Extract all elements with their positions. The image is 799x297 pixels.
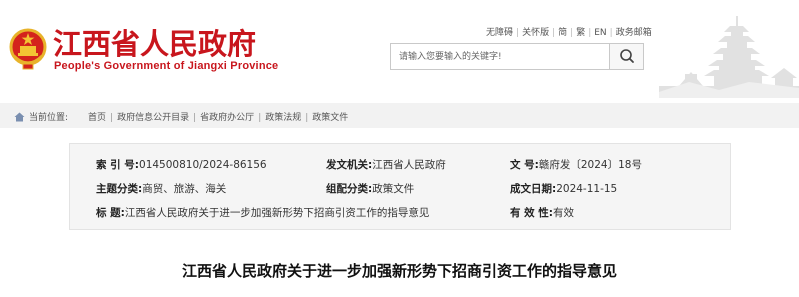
search-icon — [620, 49, 634, 63]
care-mode-link[interactable]: 关怀版 — [522, 28, 549, 38]
breadcrumb-info-directory[interactable]: 政府信息公开目录 — [117, 113, 189, 123]
breadcrumb-bar: 当前位置: 首页 | 政府信息公开目录 | 省政府办公厅 | 政策法规 | 政策文件 — [0, 103, 799, 128]
meta-index-value: 014500810/2024-86156 — [139, 159, 267, 171]
meta-title: 标 题:江西省人民政府关于进一步加强新形势下招商引资工作的指导意见 — [96, 205, 429, 220]
document-title: 江西省人民政府关于进一步加强新形势下招商引资工作的指导意见 — [181, 262, 617, 280]
meta-genre-value: 政策文件 — [372, 183, 415, 195]
meta-index-label: 索 引 号: — [96, 159, 140, 171]
meta-title-value: 江西省人民政府关于进一步加强新形势下招商引资工作的指导意见 — [124, 207, 430, 219]
meta-issuer-label: 发文机关: — [326, 159, 373, 171]
meta-date-label: 成文日期: — [510, 183, 557, 195]
meta-row: 主题分类:商贸、旅游、海关 组配分类:政策文件 成文日期:2024-11-15 — [70, 181, 732, 201]
meta-doc-no: 文 号:赣府发〔2024〕18号 — [510, 157, 642, 172]
breadcrumb-home[interactable]: 首页 — [88, 113, 106, 123]
meta-title-label: 标 题: — [96, 207, 125, 219]
site-subtitle: People's Government of Jiangxi Province — [54, 60, 279, 72]
english-link[interactable]: EN — [594, 28, 606, 38]
breadcrumb-general-office[interactable]: 省政府办公厅 — [200, 113, 254, 123]
meta-index: 索 引 号:014500810/2024-86156 — [96, 157, 267, 172]
search-box — [390, 43, 644, 70]
government-mail-link[interactable]: 政务邮箱 — [616, 28, 652, 38]
tengwang-pavilion-illustration — [659, 16, 799, 98]
site-header: 江西省人民政府 People's Government of Jiangxi P… — [0, 0, 799, 98]
meta-date-value: 2024-11-15 — [556, 183, 618, 195]
home-icon — [14, 112, 25, 122]
meta-doc-no-label: 文 号: — [510, 159, 539, 171]
breadcrumb-policy-documents[interactable]: 政策文件 — [312, 113, 348, 123]
site-title: 江西省人民政府 — [53, 27, 257, 61]
meta-validity-label: 有 效 性: — [510, 207, 554, 219]
meta-subject-label: 主题分类: — [96, 183, 143, 195]
meta-subject-value: 商贸、旅游、海关 — [142, 183, 227, 195]
meta-doc-no-value: 赣府发〔2024〕18号 — [538, 159, 642, 171]
national-emblem-icon — [9, 28, 47, 70]
meta-validity-value: 有效 — [553, 207, 575, 219]
meta-date: 成文日期:2024-11-15 — [510, 181, 617, 196]
meta-issuer-value: 江西省人民政府 — [372, 159, 446, 171]
search-input[interactable] — [391, 44, 609, 69]
breadcrumb-current-label: 当前位置: — [29, 113, 69, 123]
breadcrumb-policies-regulations[interactable]: 政策法规 — [265, 113, 301, 123]
meta-genre-label: 组配分类: — [326, 183, 373, 195]
meta-genre: 组配分类:政策文件 — [326, 181, 414, 196]
meta-row: 标 题:江西省人民政府关于进一步加强新形势下招商引资工作的指导意见 有 效 性:… — [70, 205, 732, 225]
breadcrumb: 当前位置: 首页 | 政府信息公开目录 | 省政府办公厅 | 政策法规 | 政策文件 — [14, 110, 348, 123]
meta-subject: 主题分类:商贸、旅游、海关 — [96, 181, 226, 196]
simplified-chinese-link[interactable]: 简 — [558, 28, 567, 38]
traditional-chinese-link[interactable]: 繁 — [576, 28, 585, 38]
accessibility-link[interactable]: 无障碍 — [486, 28, 513, 38]
meta-validity: 有 效 性:有效 — [510, 205, 574, 220]
meta-row: 索 引 号:014500810/2024-86156 发文机关:江西省人民政府 … — [70, 157, 732, 177]
top-links: 无障碍 | 关怀版 | 简 | 繁 | EN | 政务邮箱 — [486, 28, 652, 38]
document-meta-panel: 索 引 号:014500810/2024-86156 发文机关:江西省人民政府 … — [69, 143, 731, 230]
meta-issuer: 发文机关:江西省人民政府 — [326, 157, 446, 172]
search-button[interactable] — [609, 44, 643, 69]
